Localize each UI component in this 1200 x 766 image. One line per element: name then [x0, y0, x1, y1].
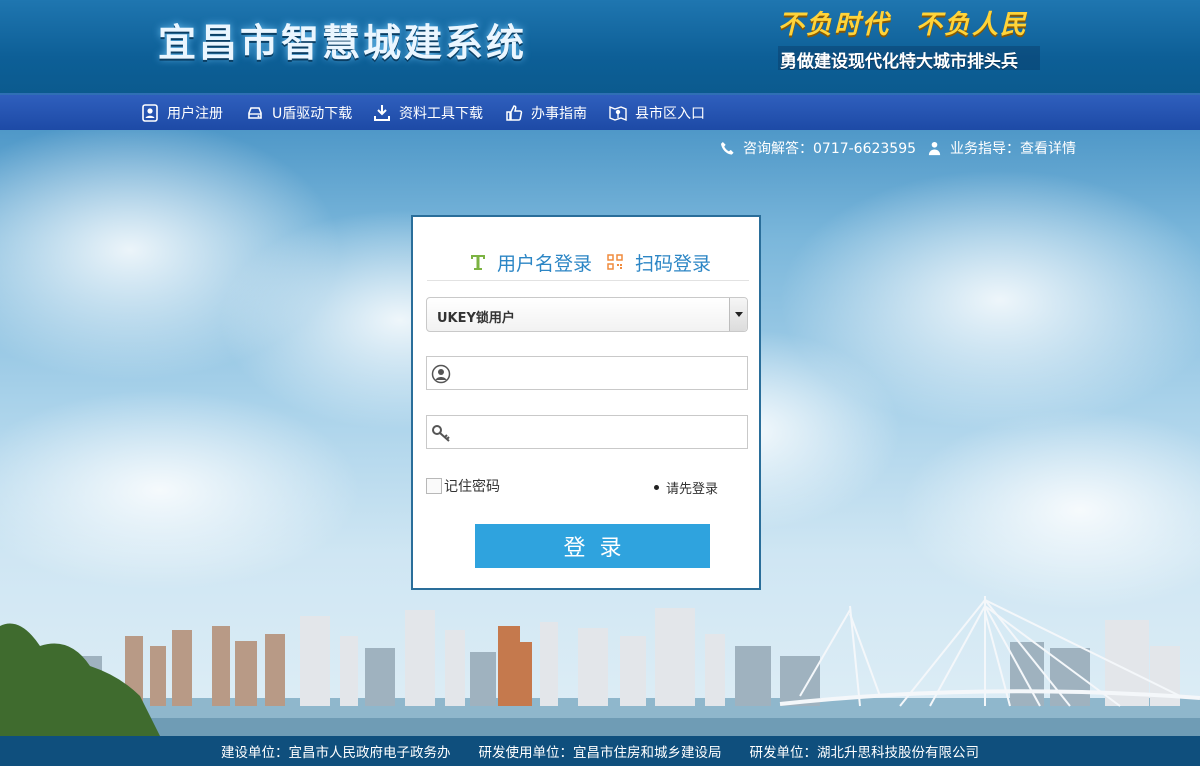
- login-status: 请先登录: [654, 478, 718, 497]
- slogan-line-2: 勇做建设现代化特大城市排头兵: [778, 46, 1040, 72]
- tab-qr-login[interactable]: 扫码登录: [607, 247, 711, 277]
- login-panel: 用户名登录 扫码登录 UKEY锁用户 记住密码 请先登录 登录: [411, 215, 761, 590]
- slogan-line-1b: 不负人民: [916, 10, 1029, 40]
- remember-password[interactable]: 记住密码: [426, 476, 500, 496]
- slogan-line-1a: 不负时代: [778, 10, 891, 40]
- user-type-select[interactable]: UKEY锁用户: [426, 297, 748, 332]
- login-tabs: 用户名登录 扫码登录: [427, 247, 749, 281]
- thumbs-up-icon: [506, 105, 523, 121]
- nav-item-tool-download[interactable]: 资料工具下载: [373, 102, 483, 124]
- nav-item-county-entry[interactable]: 县市区入口: [609, 102, 705, 124]
- bullet-icon: [654, 485, 659, 490]
- cloud: [900, 410, 1200, 610]
- nav-item-ukey-driver[interactable]: U盾驱动下载: [246, 102, 352, 124]
- tab-username-login[interactable]: 用户名登录: [469, 247, 592, 277]
- slogan-banner: 不负时代 不负人民 勇做建设现代化特大城市排头兵: [778, 4, 1040, 72]
- business-guidance-text[interactable]: 业务指导：查看详情: [950, 138, 1076, 158]
- password-input[interactable]: [457, 418, 743, 446]
- nav-label: 用户注册: [167, 106, 223, 122]
- nav-label: 县市区入口: [635, 106, 705, 122]
- map-entry-icon: [609, 105, 627, 122]
- user-register-icon: [142, 104, 158, 122]
- nav-item-service-guide[interactable]: 办事指南: [505, 102, 587, 124]
- nav-label: U盾驱动下载: [272, 106, 353, 122]
- site-header: 宜昌市智慧城建系统 不负时代 不负人民 勇做建设现代化特大城市排头兵: [0, 0, 1200, 95]
- key-icon: [432, 425, 450, 442]
- login-button[interactable]: 登录: [475, 524, 710, 568]
- download-icon: [374, 105, 390, 121]
- usb-drive-icon: [248, 107, 262, 119]
- footer-builder: 建设单位：宜昌市人民政府电子政务办: [221, 745, 451, 761]
- tab-label: 用户名登录: [497, 252, 593, 275]
- tab-label: 扫码登录: [635, 252, 712, 275]
- consult-phone: 咨询解答：0717-6623595: [720, 138, 916, 158]
- footer-developer: 研发单位：湖北升思科技股份有限公司: [749, 745, 980, 761]
- chevron-down-icon[interactable]: [729, 298, 747, 331]
- text-t-icon: [471, 255, 485, 270]
- remember-checkbox[interactable]: [426, 478, 442, 494]
- footer-user-unit: 研发使用单位：宜昌市住房和城乡建设局: [478, 745, 722, 761]
- password-field[interactable]: [426, 415, 748, 449]
- nav-label: 办事指南: [531, 106, 587, 122]
- phone-icon: [720, 141, 734, 155]
- remember-label: 记住密码: [444, 479, 500, 495]
- nav-label: 资料工具下载: [399, 106, 483, 122]
- nav-item-user-register[interactable]: 用户注册: [141, 102, 223, 124]
- login-status-text: 请先登录: [666, 482, 719, 497]
- user-type-selected: UKEY锁用户: [437, 311, 515, 326]
- user-group-icon: [928, 141, 941, 155]
- business-guidance[interactable]: 业务指导：查看详情: [927, 138, 1076, 158]
- system-title: 宜昌市智慧城建系统: [158, 21, 528, 65]
- qr-code-icon: [607, 254, 623, 270]
- consult-phone-text: 咨询解答：0717-6623595: [743, 141, 917, 157]
- username-field[interactable]: [426, 356, 748, 390]
- user-avatar-icon: [431, 364, 451, 384]
- username-input[interactable]: [457, 359, 743, 387]
- city-skyline: [0, 596, 1200, 736]
- top-nav: 用户注册 U盾驱动下载 资料工具下载 办事指南 县市区入口: [0, 95, 1200, 130]
- site-footer: 建设单位：宜昌市人民政府电子政务办 研发使用单位：宜昌市住房和城乡建设局 研发单…: [0, 736, 1200, 766]
- cloud: [0, 390, 360, 590]
